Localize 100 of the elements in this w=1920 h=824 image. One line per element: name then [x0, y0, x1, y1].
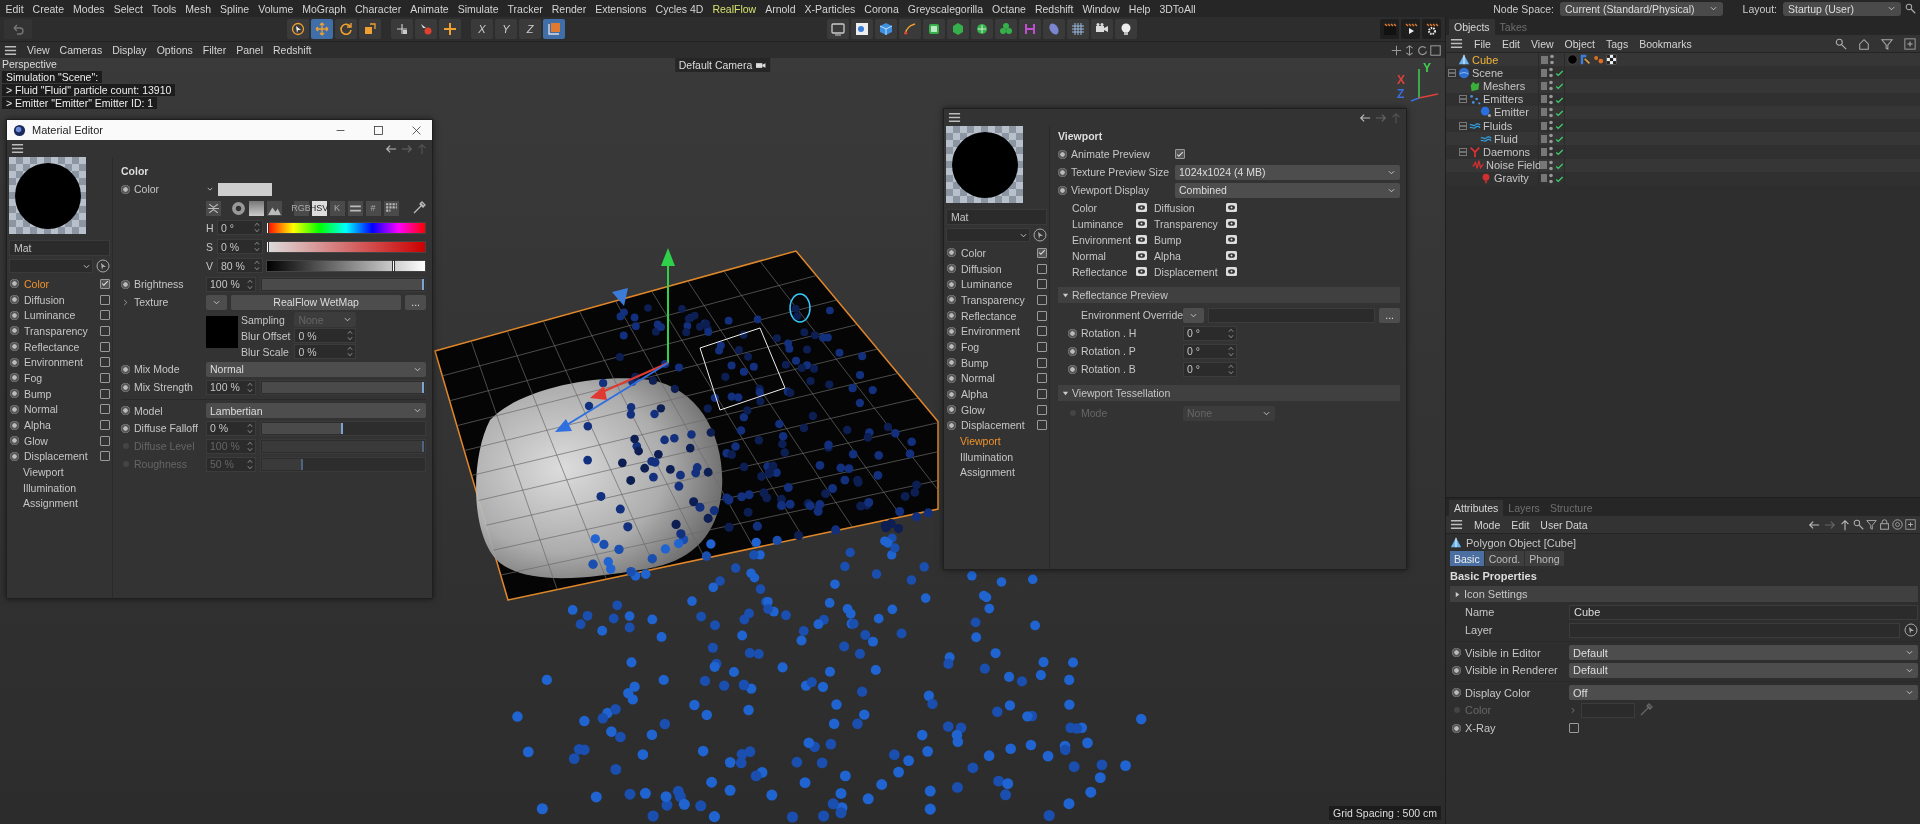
- channel-item[interactable]: Transparency: [961, 293, 1032, 306]
- keyframe-dot-icon[interactable]: [1068, 328, 1077, 338]
- menu-item[interactable]: RealFlow: [707, 2, 761, 15]
- keyframe-dot-icon[interactable]: [947, 420, 956, 430]
- spinner-icon[interactable]: [247, 422, 253, 434]
- menu-icon[interactable]: [11, 142, 24, 155]
- disclosure-triangle-icon[interactable]: [1454, 590, 1461, 598]
- page-item[interactable]: Viewport: [23, 466, 110, 479]
- menu-item[interactable]: X-Particles: [800, 2, 860, 15]
- tree-item[interactable]: Noise Field: [1486, 159, 1542, 172]
- checkbox[interactable]: [100, 420, 110, 431]
- checkbox[interactable]: [100, 435, 110, 446]
- disclosure-triangle-icon[interactable]: [1062, 291, 1069, 299]
- visibility-dots-icon[interactable]: [1549, 146, 1553, 158]
- checkbox[interactable]: [1037, 389, 1047, 400]
- menu-item[interactable]: Cycles 4D: [651, 2, 708, 15]
- menu-item[interactable]: Render: [547, 2, 591, 15]
- menu-item[interactable]: Arnold: [760, 2, 801, 15]
- texture-button[interactable]: RealFlow WetMap: [231, 294, 402, 310]
- keyframe-dot-icon[interactable]: [1452, 723, 1461, 733]
- scale-tool-button[interactable]: [359, 19, 381, 39]
- menu-item[interactable]: Modes: [68, 2, 110, 15]
- menu-item[interactable]: Options: [156, 44, 193, 56]
- menu-item[interactable]: Bookmarks: [1639, 37, 1692, 50]
- keyframe-dot-icon[interactable]: [1068, 346, 1077, 356]
- menu-item[interactable]: 3DToAll: [1154, 2, 1201, 15]
- keyframe-dot-icon[interactable]: [10, 420, 19, 430]
- menu-item[interactable]: Object: [1564, 37, 1595, 50]
- material-name-field[interactable]: Mat: [9, 240, 110, 256]
- checkbox[interactable]: [1037, 420, 1047, 431]
- menu-icon[interactable]: [1450, 518, 1463, 531]
- menu-item[interactable]: Edit: [1, 2, 29, 15]
- visibility-dots-icon[interactable]: [1549, 80, 1553, 92]
- group-header[interactable]: Reflectance Preview: [1058, 287, 1400, 303]
- number-field[interactable]: 0 °: [1183, 361, 1237, 377]
- tree-item[interactable]: Daemons: [1483, 145, 1531, 158]
- back-arrow-icon[interactable]: [1358, 111, 1372, 124]
- channel-item[interactable]: Transparency: [24, 324, 95, 337]
- checkbox[interactable]: [100, 310, 110, 321]
- search-icon[interactable]: [1905, 3, 1916, 14]
- eye-icon[interactable]: [1226, 200, 1237, 215]
- add-icon[interactable]: [1905, 519, 1916, 530]
- checkbox[interactable]: [1037, 247, 1047, 258]
- pan-icon[interactable]: [1391, 44, 1402, 56]
- checkbox[interactable]: [100, 325, 110, 336]
- color-mode-button[interactable]: K: [329, 200, 345, 216]
- channel-item[interactable]: Luminance: [961, 278, 1032, 291]
- menu-item[interactable]: Help: [1124, 2, 1155, 15]
- channel-item[interactable]: Glow: [961, 403, 1032, 416]
- menu-icon[interactable]: [4, 43, 17, 57]
- deformer-button[interactable]: [971, 19, 993, 39]
- floor-button[interactable]: [1067, 19, 1089, 39]
- number-field[interactable]: 0 °: [1183, 325, 1237, 341]
- menu-item[interactable]: Volume: [253, 2, 298, 15]
- menu-item[interactable]: Redshift: [1030, 2, 1078, 15]
- number-field[interactable]: 80 %: [217, 258, 263, 273]
- keyframe-dot-icon[interactable]: [947, 295, 956, 305]
- spinner-icon[interactable]: [247, 440, 253, 452]
- keyframe-dot-icon[interactable]: [121, 382, 130, 392]
- search-icon[interactable]: [1835, 37, 1847, 50]
- color-swatch[interactable]: [218, 182, 272, 196]
- channel-item[interactable]: Fog: [961, 340, 1032, 353]
- number-field[interactable]: 100 %: [206, 276, 256, 292]
- menu-item[interactable]: Tracker: [503, 2, 548, 15]
- add-icon[interactable]: [1904, 37, 1916, 50]
- group-header[interactable]: Icon Settings: [1450, 586, 1918, 602]
- expander-icon[interactable]: [1459, 95, 1467, 104]
- pick-icon[interactable]: [1033, 228, 1047, 242]
- checkbox[interactable]: [1037, 357, 1047, 368]
- menu-item[interactable]: View: [1531, 37, 1554, 50]
- visibility-dots-icon[interactable]: [1549, 172, 1553, 184]
- cube-button[interactable]: [875, 19, 897, 39]
- checkbox[interactable]: [100, 451, 110, 462]
- extrude-button[interactable]: [947, 19, 969, 39]
- layer-swatch[interactable]: [1541, 174, 1547, 183]
- number-field[interactable]: 0 %: [294, 344, 357, 359]
- menu-item[interactable]: Window: [1077, 2, 1125, 15]
- eye-icon[interactable]: [1226, 264, 1237, 279]
- spinner-icon[interactable]: [247, 458, 253, 470]
- expander-icon[interactable]: [1459, 147, 1467, 156]
- page-item[interactable]: Illumination: [23, 481, 110, 494]
- checkbox[interactable]: [1037, 326, 1047, 337]
- layer-swatch[interactable]: [1541, 55, 1549, 64]
- dots-icon[interactable]: [1593, 54, 1604, 66]
- spinner-icon[interactable]: [347, 346, 354, 357]
- keyframe-dot-icon[interactable]: [10, 326, 19, 336]
- keyframe-dot-icon[interactable]: [1452, 665, 1461, 675]
- channel-item[interactable]: Fog: [24, 371, 95, 384]
- checkbox[interactable]: [100, 357, 110, 368]
- page-item[interactable]: Viewport: [960, 435, 1047, 448]
- page-item[interactable]: Illumination: [960, 450, 1047, 463]
- page-item[interactable]: Assignment: [960, 466, 1047, 479]
- keyframe-dot-icon[interactable]: [10, 451, 19, 461]
- channel-item[interactable]: Environment: [24, 356, 95, 369]
- menu-item[interactable]: Extensions: [590, 2, 652, 15]
- keyframe-dot-icon[interactable]: [10, 436, 19, 446]
- channel-item[interactable]: Displacement: [24, 450, 95, 463]
- axis-lock-button[interactable]: Z: [519, 19, 541, 39]
- number-field[interactable]: 0 %: [217, 239, 263, 254]
- select-tool-button[interactable]: [287, 19, 309, 39]
